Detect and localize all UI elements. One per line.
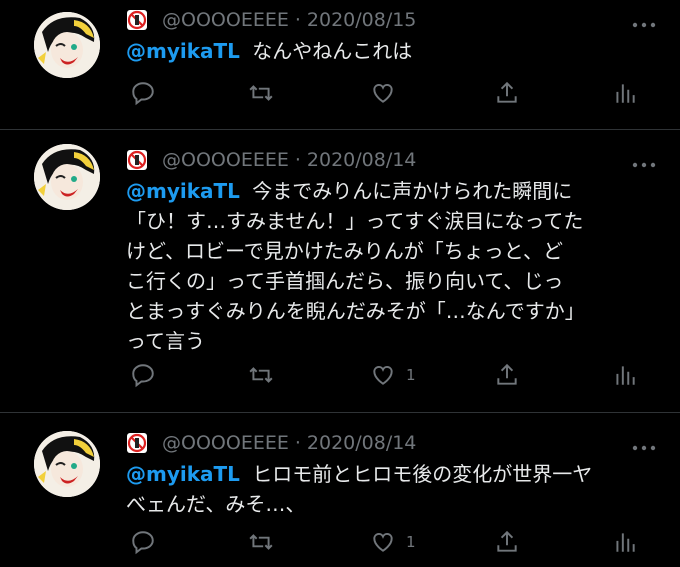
stats-icon [616,84,635,103]
stats-icon [616,366,635,385]
share-icon [497,81,517,103]
share-button[interactable] [494,80,520,106]
reply-button[interactable] [130,362,156,388]
mention-link[interactable]: @myikaTL [126,179,240,203]
tweet[interactable]: @OOOOEEEE · 2020/08/14 @myikaTL 今までみりんに声… [0,130,680,413]
retweet-icon [249,85,273,101]
tweet[interactable]: @OOOOEEEE · 2020/08/14 @myikaTL ヒロモ前とヒロモ… [0,413,680,567]
username[interactable]: @OOOOEEEE [162,149,289,171]
tweet-text-line: なんやねんこれは [252,39,413,63]
like-icon [373,84,393,103]
tweet-text-line: とまっすぐみりんを睨んだみそが「…なんですか」 [126,299,585,323]
tweet-text-line: 今までみりんに声かけられた瞬間に [252,179,573,203]
tweet-text: @myikaTL 今までみりんに声かけられた瞬間に 「ひ！す…すみません！」って… [126,176,660,356]
share-button[interactable] [494,362,520,388]
no-sign-icon [126,9,148,31]
tweet-date[interactable]: 2020/08/14 [307,149,417,171]
tweet-date[interactable]: 2020/08/15 [307,9,417,31]
like-icon [373,533,393,552]
share-button[interactable] [494,529,520,555]
mention-link[interactable]: @myikaTL [126,39,240,63]
retweet-button[interactable] [248,362,274,388]
avatar[interactable] [34,431,100,497]
tweet-header: @OOOOEEEE · 2020/08/14 [126,146,660,174]
tweet-header: @OOOOEEEE · 2020/08/14 [126,429,660,457]
reply-icon [132,82,154,106]
tweet-text-line: って言う [126,329,205,353]
separator: · [294,149,301,171]
tweet-header: @OOOOEEEE · 2020/08/15 [126,6,660,34]
no-sign-icon [126,432,148,454]
stats-button[interactable] [612,362,638,388]
reply-icon [132,364,154,388]
username[interactable]: @OOOOEEEE [162,432,289,454]
tweet-text: @myikaTL ヒロモ前とヒロモ後の変化が世界一ヤ べェんだ、みそ…、 [126,459,660,519]
stats-button[interactable] [612,529,638,555]
action-bar: 1 [126,527,646,557]
reply-button[interactable] [130,80,156,106]
like-icon [373,366,393,385]
action-bar: 1 [126,360,646,390]
reply-button[interactable] [130,529,156,555]
like-count: 1 [406,533,416,551]
retweet-icon [249,534,273,550]
share-icon [497,363,517,385]
retweet-icon [249,367,273,383]
avatar[interactable] [34,144,100,210]
avatar[interactable] [34,12,100,78]
stats-icon [616,533,635,552]
separator: · [294,9,301,31]
mention-link[interactable]: @myikaTL [126,462,240,486]
like-button[interactable]: 1 [370,529,416,555]
tweet-text-line: こ行くの」って手首掴んだら、振り向いて、じっ [126,269,564,293]
tweet-text-line: けど、ロビーで見かけたみりんが「ちょっと、ど [126,239,563,263]
more-icon[interactable] [632,150,656,174]
retweet-button[interactable] [248,529,274,555]
like-count: 1 [406,366,416,384]
tweet-text-line: 「ひ！す…すみません！」ってすぐ涙目になってた [126,209,584,233]
username[interactable]: @OOOOEEEE [162,9,289,31]
separator: · [294,432,301,454]
reply-icon [132,531,154,555]
stats-button[interactable] [612,80,638,106]
no-sign-icon [126,149,148,171]
tweet[interactable]: @OOOOEEEE · 2020/08/15 @myikaTL なんやねんこれは [0,0,680,130]
more-icon[interactable] [632,433,656,457]
tweet-date[interactable]: 2020/08/14 [307,432,417,454]
tweet-text: @myikaTL なんやねんこれは [126,36,660,66]
tweet-text-line: べェんだ、みそ…、 [126,492,306,516]
share-icon [497,530,517,552]
like-button[interactable] [370,80,406,106]
action-bar [126,78,646,108]
tweet-text-line: ヒロモ前とヒロモ後の変化が世界一ヤ [252,462,593,486]
retweet-button[interactable] [248,80,274,106]
more-icon[interactable] [632,10,656,34]
like-button[interactable]: 1 [370,362,416,388]
